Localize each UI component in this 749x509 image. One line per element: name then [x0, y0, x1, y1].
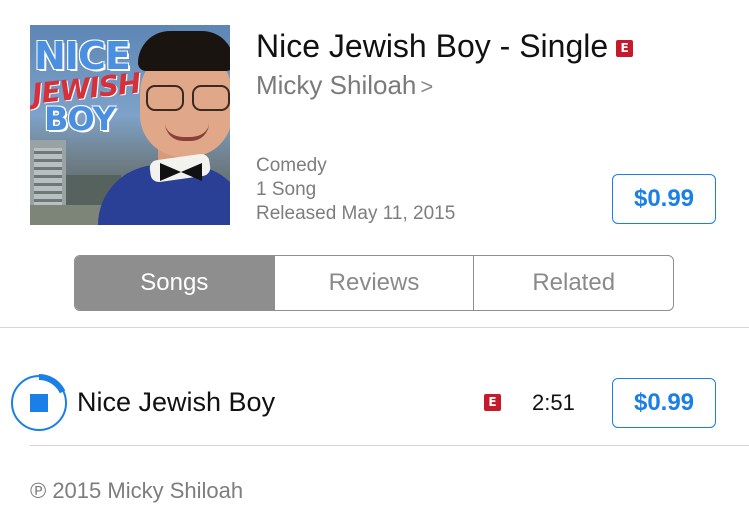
album-genre: Comedy	[256, 155, 327, 176]
album-page: NICE JEWISH BOY Nice Jewish Boy - Single…	[0, 0, 749, 509]
copyright-text: ℗ 2015 Micky Shiloah	[30, 478, 244, 503]
artwork-hair	[138, 31, 230, 71]
row-divider	[30, 445, 749, 446]
artwork-logo-line3: BOY	[44, 100, 116, 138]
chevron-right-icon[interactable]: >	[420, 74, 433, 100]
album-song-count: 1 Song	[256, 179, 317, 200]
album-release-date: Released May 11, 2015	[256, 203, 456, 224]
buy-album-button[interactable]: $0.99	[612, 174, 716, 224]
track-title[interactable]: Nice Jewish Boy	[77, 387, 275, 418]
tab-songs[interactable]: Songs	[75, 256, 274, 310]
artist-name[interactable]: Micky Shiloah	[256, 70, 416, 101]
track-explicit-badge: E	[484, 394, 501, 411]
stop-square	[30, 394, 48, 412]
preview-progress-arc	[38, 374, 66, 394]
album-title: Nice Jewish Boy - Single E	[256, 28, 634, 65]
artwork-glasses	[146, 85, 230, 111]
tab-reviews[interactable]: Reviews	[273, 256, 474, 310]
album-artwork[interactable]: NICE JEWISH BOY	[30, 25, 230, 225]
artwork-bowtie	[160, 163, 202, 181]
buy-track-button[interactable]: $0.99	[612, 378, 716, 428]
segmented-control: Songs Reviews Related	[74, 255, 674, 311]
album-title-text: Nice Jewish Boy - Single	[256, 28, 609, 64]
track-duration: 2:51	[532, 390, 575, 415]
section-divider	[0, 327, 749, 328]
stop-preview-icon[interactable]	[10, 374, 68, 432]
explicit-badge: E	[616, 40, 634, 57]
artist-link[interactable]: Micky Shiloah >	[256, 70, 433, 101]
tab-related[interactable]: Related	[473, 256, 673, 310]
